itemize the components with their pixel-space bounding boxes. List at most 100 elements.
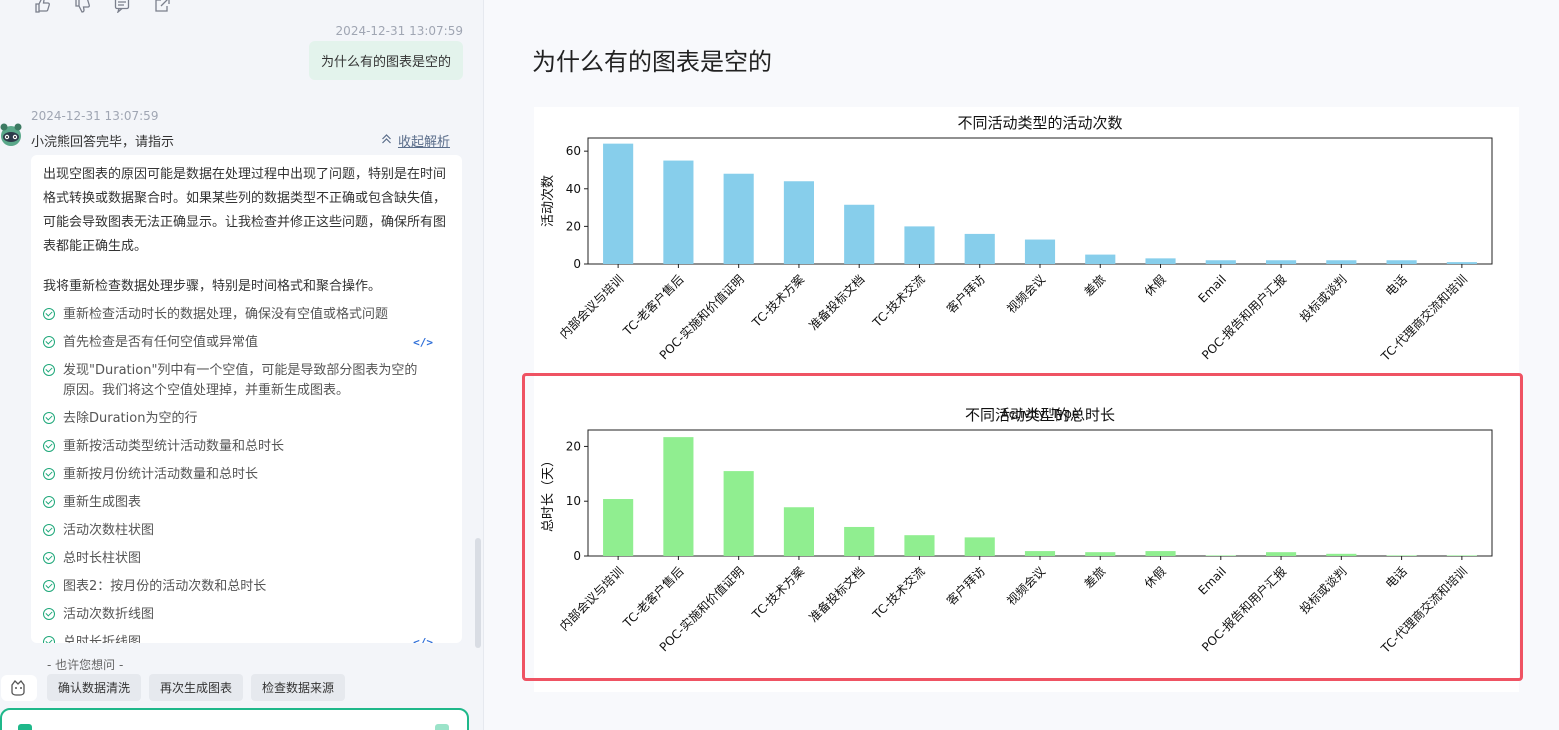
x-tick-label: 投标或谈判 xyxy=(1296,564,1349,617)
bar xyxy=(1326,260,1357,264)
y-tick-label: 0 xyxy=(573,257,581,271)
chevron-up-icon xyxy=(381,133,392,148)
x-tick-label: 视频会议 xyxy=(1004,564,1049,609)
bar xyxy=(603,143,634,264)
suggestion-bot-icon[interactable] xyxy=(1,674,37,701)
x-tick-label: 差旅 xyxy=(1082,272,1109,299)
x-tick-label: 差旅 xyxy=(1082,564,1109,591)
check-circle-icon xyxy=(43,524,55,536)
bar xyxy=(1085,254,1116,264)
page-title: 为什么有的图表是空的 xyxy=(532,48,772,76)
bar xyxy=(904,226,935,264)
suggestions-title: - 也许您想问 - xyxy=(47,658,124,672)
bar xyxy=(1024,239,1056,264)
x-tick-label: TC-老客户售后 xyxy=(619,272,686,339)
bar xyxy=(904,535,935,556)
user-message: 为什么有的图表是空的 xyxy=(308,41,463,80)
x-tick-label: Email xyxy=(1195,272,1228,305)
suggestion-chip[interactable]: 确认数据清洗 xyxy=(47,674,142,701)
bar xyxy=(723,471,754,556)
y-axis-label: 活动次数 xyxy=(540,175,556,227)
message-actions xyxy=(33,0,171,14)
bot-message-time: 2024-12-31 13:07:59 xyxy=(31,109,159,123)
thumbs-up-icon[interactable] xyxy=(33,0,51,14)
charts-svg: 不同活动类型的活动次数内部会议与培训TC-老客户售后POC-实施和价值证明 TC-… xyxy=(540,114,1493,713)
step-item[interactable]: 总时长柱状图 xyxy=(43,549,453,569)
y-tick-label: 60 xyxy=(566,144,581,158)
x-tick-label: 电话 xyxy=(1383,272,1410,299)
y-tick-label: 0 xyxy=(573,549,581,563)
bar xyxy=(1386,555,1417,556)
bar xyxy=(663,437,694,556)
suggestion-chip[interactable]: 再次生成图表 xyxy=(149,674,244,701)
check-circle-icon xyxy=(43,412,55,424)
bar xyxy=(1446,555,1477,556)
plot-frame xyxy=(587,429,1493,557)
x-tick-label: 电话 xyxy=(1383,564,1410,591)
chart-title: 不同活动类型的活动次数 xyxy=(957,114,1122,132)
answer-card: 出现空图表的原因可能是数据在处理过程中出现了问题，特别是在时间格式转换或数据聚合… xyxy=(31,155,462,643)
step-item[interactable]: 首先检查是否有任何空值或异常值 </> xyxy=(43,333,453,353)
code-icon[interactable]: </> xyxy=(413,633,433,643)
bar xyxy=(1205,555,1236,556)
bar xyxy=(1386,260,1417,264)
suggestion-chip[interactable]: 检查数据来源 xyxy=(251,674,346,701)
x-tick-label: TC-技术方案 xyxy=(748,564,807,623)
y-tick-label: 40 xyxy=(566,182,581,196)
chat-scrollbar[interactable] xyxy=(475,538,481,648)
chat-panel: 2024-12-31 13:07:59 为什么有的图表是空的 2024-12-3… xyxy=(0,0,484,730)
collapse-analysis-button[interactable]: 收起解析 xyxy=(381,131,450,150)
check-circle-icon xyxy=(43,468,55,480)
step-item[interactable]: 去除Duration为空的行 xyxy=(43,409,453,429)
x-tick-label: TC-技术方案 xyxy=(748,272,807,331)
x-tick-label: 内部会议与培训 xyxy=(556,564,626,634)
step-item[interactable]: 图表2：按月份的活动次数和总时长 xyxy=(43,577,453,597)
x-tick-label: TC-老客户售后 xyxy=(619,564,686,631)
x-tick-label: 准备投标文档 xyxy=(806,564,868,626)
check-circle-icon xyxy=(43,608,55,620)
x-tick-label: 客户拜访 xyxy=(943,272,988,317)
step-item[interactable]: 重新生成图表 xyxy=(43,493,453,513)
x-tick-label: 内部会议与培训 xyxy=(556,272,626,342)
share-icon[interactable] xyxy=(153,0,171,14)
raccoon-avatar-icon xyxy=(0,122,22,148)
x-tick-label: TC-技术交流 xyxy=(869,272,928,331)
step-item[interactable]: 重新按月份统计活动数量和总时长 xyxy=(43,465,453,485)
step-item[interactable]: 活动次数折线图 xyxy=(43,605,453,625)
comment-icon[interactable] xyxy=(113,0,131,14)
chart-title: 不同活动类型的总时长 xyxy=(965,406,1115,424)
step-item[interactable]: 总时长折线图 </> xyxy=(43,633,453,643)
chat-input[interactable] xyxy=(0,708,469,730)
x-tick-label: 视频会议 xyxy=(1004,272,1049,317)
check-circle-icon xyxy=(43,552,55,564)
check-circle-icon xyxy=(43,364,55,376)
bar xyxy=(1024,551,1056,556)
result-panel: 为什么有的图表是空的 不同活动类型的活动次数 内部会议与培训 TC-老客户售后 POC… xyxy=(484,0,1559,730)
step-item[interactable]: 重新按活动类型统计活动数量和总时长 xyxy=(43,437,453,457)
bar xyxy=(964,233,995,264)
bar xyxy=(1266,552,1297,556)
step-item[interactable]: 发现"Duration"列中有一个空值，可能是导致部分图表为空的原因。我们将这个… xyxy=(43,361,423,401)
y-tick-label: 20 xyxy=(566,219,581,233)
bar xyxy=(783,507,814,556)
attach-icon[interactable] xyxy=(18,724,32,730)
thumbs-down-icon[interactable] xyxy=(73,0,91,14)
step-item[interactable]: 活动次数柱状图 xyxy=(43,521,453,541)
check-circle-icon xyxy=(43,336,55,348)
check-circle-icon xyxy=(43,580,55,592)
bar xyxy=(1085,552,1116,556)
analysis-steps: 重新检查活动时长的数据处理，确保没有空值或格式问题 首先检查是否有任何空值或异常… xyxy=(43,305,453,643)
code-icon[interactable]: </> xyxy=(413,333,433,353)
x-tick-label: 休假 xyxy=(1142,272,1169,299)
y-tick-label: 10 xyxy=(566,494,581,508)
bar xyxy=(1266,260,1297,264)
bot-status: 小浣熊回答完毕，请指示 xyxy=(31,135,175,150)
x-tick-label: TC-技术交流 xyxy=(869,564,928,623)
answer-paragraph: 出现空图表的原因可能是数据在处理过程中出现了问题，特别是在时间格式转换或数据聚合… xyxy=(43,167,447,254)
y-tick-label: 20 xyxy=(566,439,581,453)
bar xyxy=(603,499,634,556)
x-tick-label: 投标或谈判 xyxy=(1296,272,1349,325)
send-icon[interactable] xyxy=(435,724,449,730)
step-item[interactable]: 重新检查活动时长的数据处理，确保没有空值或格式问题 xyxy=(43,305,453,325)
user-message-time: 2024-12-31 13:07:59 xyxy=(335,24,463,38)
